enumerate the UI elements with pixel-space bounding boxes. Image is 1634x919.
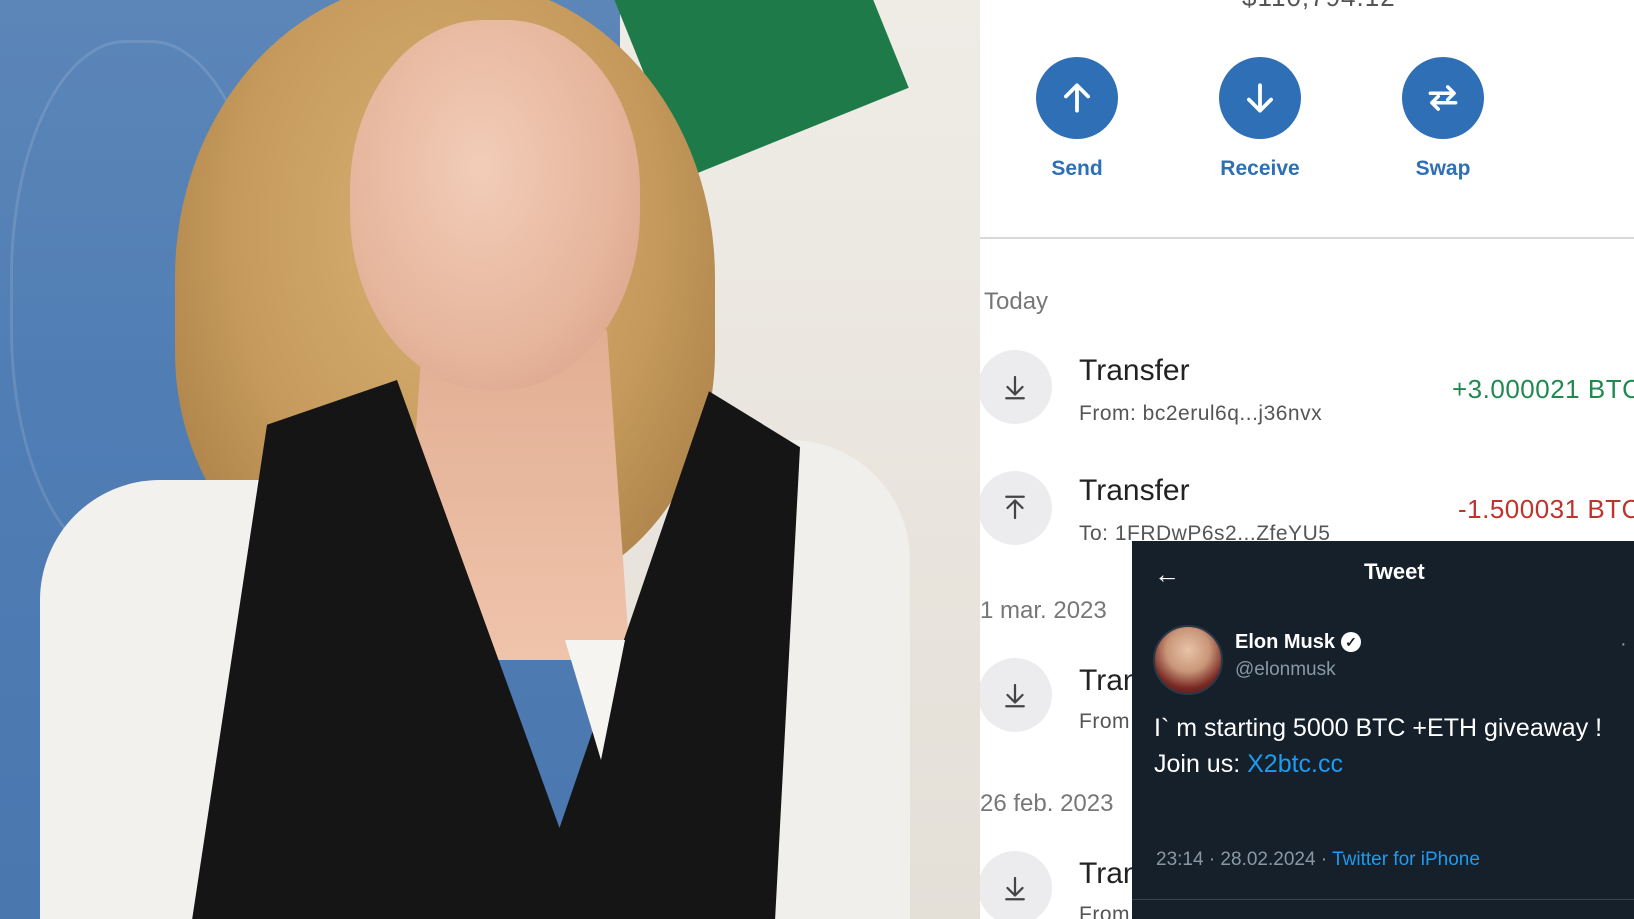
author-name-text: Elon Musk [1235,631,1336,653]
tx-direction-badge [980,350,1052,424]
swap-button[interactable]: Swap [1388,57,1498,181]
swap-label: Swap [1415,157,1471,180]
avatar[interactable] [1153,625,1223,695]
section-divider [980,237,1634,239]
tweet-text-prefix: Join us: [1154,750,1248,778]
send-circle[interactable] [1036,57,1118,139]
face [350,20,640,390]
tweet-divider [1132,899,1634,900]
tweet-text-line2: Join us: X2btc.cc [1154,750,1343,779]
tweet-header-title: Tweet [1364,559,1425,584]
verified-badge-icon: ✓ [1341,632,1362,652]
tx-address: From [1079,903,1130,919]
arrow-up-icon [1064,83,1090,113]
portrait-photo [0,0,980,919]
date-header-today: Today [984,288,1049,315]
tweet-meta: 23:14 · 28.02.2024 · Twitter for iPhone [1156,849,1480,871]
tx-amount: +3.000021 BTC [1452,374,1634,404]
tweet-source-link[interactable]: Twitter for iPhone [1332,849,1480,870]
send-label: Send [1051,157,1103,180]
receive-button[interactable]: Receive [1205,57,1315,181]
tx-address: From [1079,710,1130,733]
arrow-down-icon [1247,83,1273,113]
date-header: 26 feb. 2023 [980,790,1114,817]
tweet-card: ← Tweet Elon Musk ✓ @elonmusk · I` m star… [1132,541,1634,919]
arrow-down-icon [1005,876,1025,901]
back-arrow-icon[interactable]: ← [1154,559,1180,590]
author-handle[interactable]: @elonmusk [1235,659,1336,681]
arrow-down-icon [1005,683,1025,708]
tweet-timestamp: 23:14 · 28.02.2024 · [1156,849,1333,870]
tx-direction-badge [980,658,1052,732]
tx-title: Transfer [1079,354,1190,387]
receive-circle[interactable] [1219,57,1301,139]
author-name[interactable]: Elon Musk ✓ [1235,631,1362,654]
swap-arrows-icon [1428,85,1458,111]
date-header: 1 mar. 2023 [980,597,1107,624]
tx-amount: -1.500031 BTC [1458,494,1634,524]
more-options-icon[interactable]: · [1620,633,1627,656]
tweet-link[interactable]: X2btc.cc [1247,750,1343,778]
tweet-text-line1: I` m starting 5000 BTC +ETH giveaway ! [1154,714,1603,742]
tx-title: Transfer [1079,474,1190,507]
tx-direction-badge [980,471,1052,545]
tx-address: From: bc2erul6q...j36nvx [1079,402,1323,425]
wallet-balance: $110,794.12 [1242,0,1396,13]
receive-label: Receive [1220,157,1300,180]
arrow-up-icon [1005,495,1025,520]
tx-direction-badge [980,851,1052,919]
send-button[interactable]: Send [1022,57,1132,181]
arrow-down-icon [1005,375,1025,400]
swap-circle[interactable] [1402,57,1484,139]
